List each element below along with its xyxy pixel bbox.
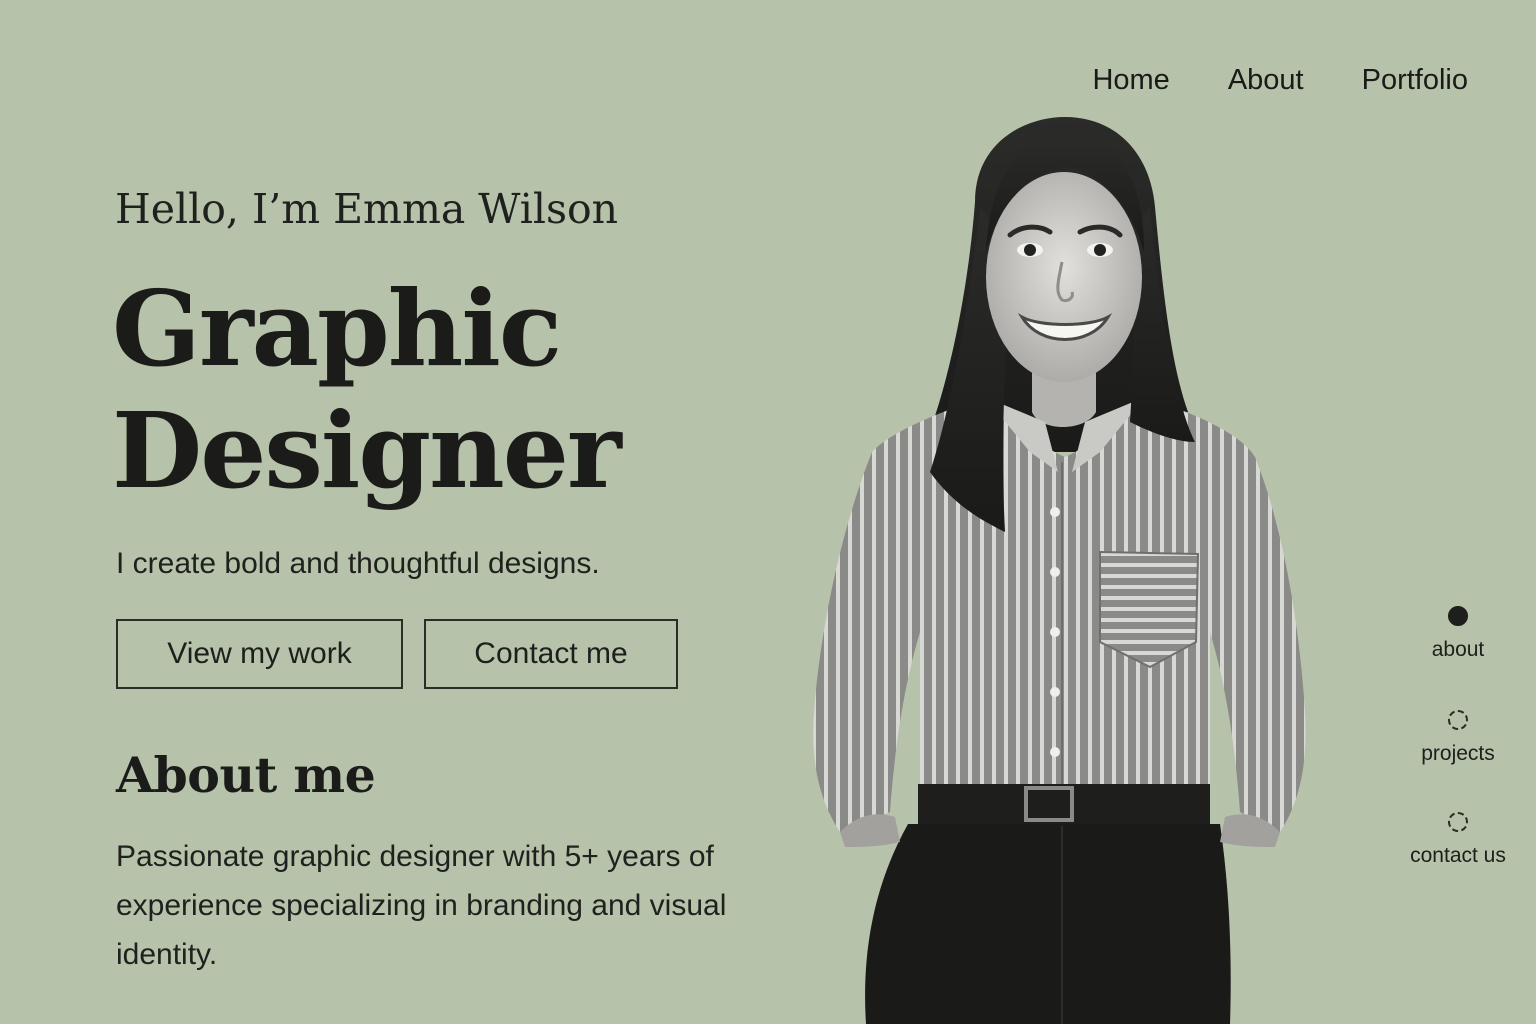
about-description: Passionate graphic designer with 5+ year…	[116, 840, 727, 971]
about-heading: About me	[116, 746, 376, 804]
page: Home About Portfolio Hello, I’m Emma Wil…	[0, 0, 1536, 1024]
nav-link-portfolio[interactable]: Portfolio	[1362, 60, 1468, 100]
section-nav-label-about: about	[1431, 638, 1485, 661]
view-my-work-button[interactable]: View my work	[116, 619, 403, 689]
active-dot-icon	[1448, 606, 1468, 626]
portrait-photo	[813, 117, 1306, 1024]
hero-title-line-2: Designer	[112, 389, 622, 512]
section-nav-item-about[interactable]: about	[1388, 606, 1528, 664]
section-nav-label-contact-us: contact us	[1410, 844, 1506, 867]
inactive-dot-icon	[1448, 710, 1468, 730]
section-nav-item-contact-us[interactable]: contact us	[1388, 812, 1528, 870]
hero-title: Graphic Designer	[112, 268, 752, 512]
nav-link-about[interactable]: About	[1228, 60, 1304, 100]
tagline: I create bold and thoughtful designs.	[116, 547, 600, 580]
section-nav-item-projects[interactable]: projects	[1388, 710, 1528, 768]
top-nav: Home About Portfolio	[1092, 60, 1468, 100]
nav-link-home[interactable]: Home	[1092, 60, 1169, 100]
inactive-dot-icon	[1448, 812, 1468, 832]
section-nav-label-projects: projects	[1421, 742, 1495, 765]
hero-title-line-1: Graphic	[112, 267, 562, 390]
greeting: Hello, I’m Emma Wilson	[115, 185, 619, 233]
contact-me-button[interactable]: Contact me	[424, 619, 678, 689]
